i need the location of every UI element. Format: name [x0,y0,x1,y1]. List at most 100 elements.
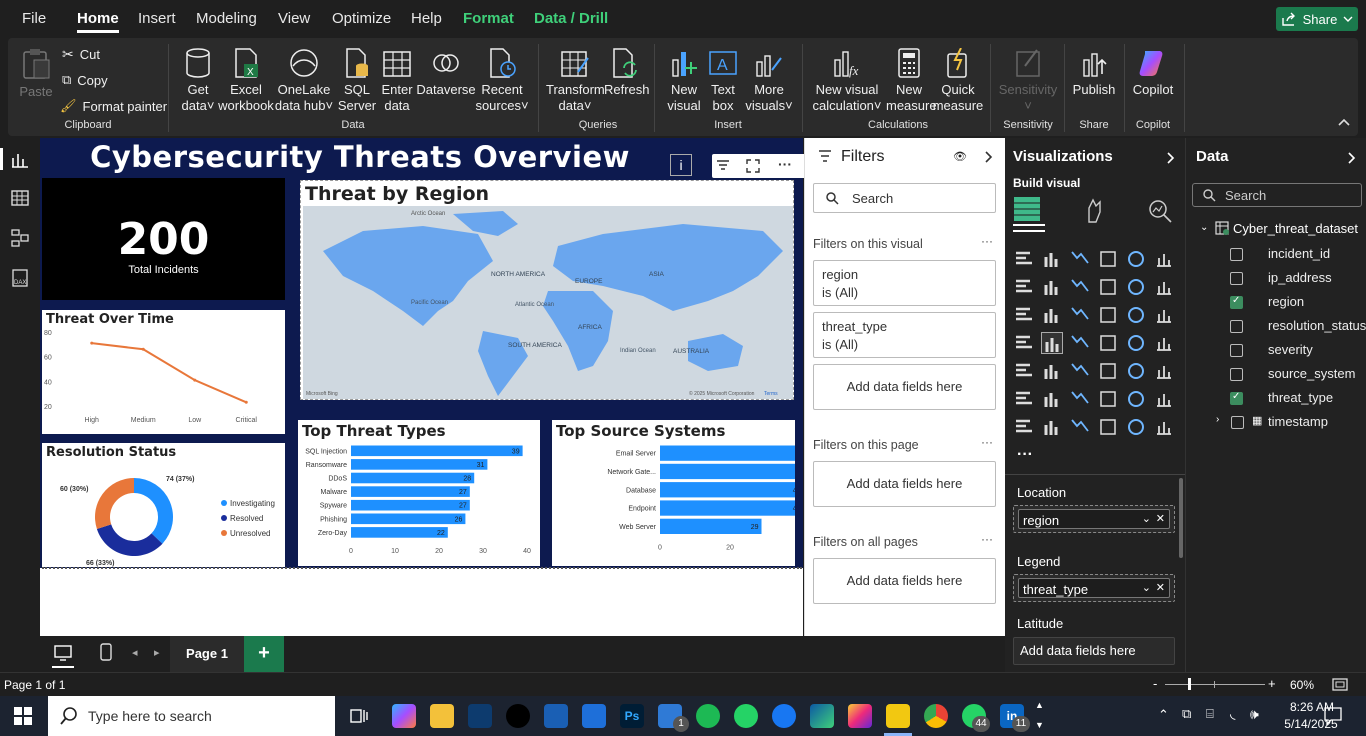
power-automate-icon[interactable] [1013,416,1035,438]
filter-card-region[interactable]: region is (All) [813,260,996,306]
chevron-down-icon[interactable]: ⌄ [1200,222,1208,233]
100-column-icon[interactable] [1153,248,1175,270]
source-systems-visual[interactable]: Top Source Systems Email Server46Network… [552,420,795,566]
file-explorer-icon[interactable] [430,704,454,728]
scrollbar-thumb[interactable] [1179,478,1183,558]
arcgis-icon[interactable] [1069,416,1091,438]
donut-slice[interactable] [96,524,163,556]
key-influencers-icon[interactable] [1153,360,1175,382]
more-options-icon[interactable]: ··· [981,234,993,248]
bar[interactable] [660,445,795,461]
map-terms-link[interactable]: Terms [764,391,778,397]
field-checkbox[interactable]: ✓ [1230,295,1243,309]
r-visual-icon[interactable] [1097,360,1119,382]
treemap-icon[interactable] [1153,304,1175,326]
copilot-button[interactable]: Copilot [1128,48,1178,98]
stacked-bar-icon[interactable] [1013,248,1035,270]
more-visuals-button[interactable]: More visuals˅ [744,48,794,114]
bar[interactable] [660,482,795,498]
share-button[interactable]: Share [1276,7,1358,31]
chevron-right-icon[interactable] [985,151,993,163]
tiktok-icon[interactable] [506,704,530,728]
menu-file[interactable]: File [22,10,46,27]
more-options-icon[interactable]: ··· [778,156,792,172]
narrative-icon[interactable] [1069,388,1091,410]
chrome-icon[interactable] [924,704,948,728]
eye-icon[interactable]: 👁 [953,150,967,163]
clustered-bar-icon[interactable] [1069,248,1091,270]
location-field-well[interactable]: region ⌄ ✕ [1013,505,1175,533]
power-bi-icon[interactable] [886,704,910,728]
next-page-icon[interactable]: ▸ [154,646,160,659]
field-checkbox[interactable] [1230,320,1243,333]
field-checkbox[interactable]: ✓ [1230,391,1243,405]
line-chart[interactable]: 20 40 60 80 High Medium Low Critical [42,326,285,434]
notifications-icon[interactable] [1324,707,1342,725]
diamond-icon[interactable] [1153,416,1175,438]
network-icon[interactable]: ⌸ [1206,706,1214,722]
bar[interactable] [351,445,523,457]
taskbar-search-box[interactable]: Type here to search [48,696,335,736]
chevron-down-icon[interactable]: ⌄ [1142,581,1151,594]
location-field-chip[interactable]: region ⌄ ✕ [1018,509,1170,529]
more-options-icon[interactable]: ··· [981,532,993,546]
gauge-icon[interactable] [1097,332,1119,354]
publish-button[interactable]: Publish [1070,48,1118,98]
dataverse-button[interactable]: Dataverse [416,48,476,98]
bar[interactable] [351,499,470,511]
bar[interactable] [351,472,475,484]
latitude-field-well[interactable]: Add data fields here [1013,637,1175,665]
multi-row-card-icon[interactable] [1097,416,1119,438]
field-name[interactable]: incident_id [1268,246,1330,261]
format-painter-button[interactable]: 🖌 Format painter [60,98,167,114]
new-visual-calculation-button[interactable]: fx New visual calculation˅ [808,48,886,114]
threat-types-bar-chart[interactable]: SQL Injection 39 Ransomware 31 DDoS 28 Malware… [298,442,540,566]
focus-mode-icon[interactable] [746,159,760,173]
add-visual-filter-drop[interactable]: Add data fields here [813,364,996,410]
bar[interactable] [351,459,488,470]
table-view-icon[interactable] [10,188,30,208]
metrics-icon[interactable] [1041,416,1063,438]
card-icon[interactable] [1125,332,1147,354]
line-chart-visual[interactable]: Threat Over Time 20 40 60 80 High Medium Low Cr… [42,310,285,434]
ribbon-chart-icon[interactable] [1153,276,1175,298]
chevron-down-icon[interactable]: ⌄ [1142,512,1151,525]
line-series[interactable] [91,342,247,404]
zoom-slider-thumb[interactable] [1188,678,1191,690]
donut-slice[interactable] [95,478,134,530]
photoshop-icon[interactable]: Ps [620,704,644,728]
field-checkbox[interactable] [1231,416,1244,429]
fit-to-page-icon[interactable] [1332,678,1348,691]
instagram-icon[interactable] [848,704,872,728]
stacked-column-icon[interactable] [1041,248,1063,270]
line-point[interactable] [90,341,94,345]
field-name[interactable]: source_system [1268,366,1355,381]
100-bar-icon[interactable] [1125,248,1147,270]
field-name[interactable]: timestamp [1268,414,1328,429]
volume-icon[interactable]: 🕪 [1250,706,1259,723]
field-name[interactable]: region [1268,294,1304,309]
info-icon[interactable]: i [670,154,692,176]
slicer-icon[interactable] [1013,360,1035,382]
threat-types-visual[interactable]: Top Threat Types SQL Injection 39 Ransomwa… [298,420,540,566]
chevron-right-icon[interactable] [1167,152,1175,164]
legend-field-chip[interactable]: threat_type ⌄ ✕ [1018,578,1170,598]
snipping-tool-icon[interactable] [468,704,492,728]
line-point[interactable] [244,400,248,404]
field-checkbox[interactable] [1230,344,1243,357]
decomposition-tree-icon[interactable] [1013,388,1035,410]
world-map[interactable]: Arctic Ocean NORTH AMERICA EUROPE ASIA P… [303,206,793,399]
model-view-icon[interactable] [10,228,30,248]
power-apps-icon[interactable] [1153,388,1175,410]
whatsapp-icon[interactable] [734,704,758,728]
zoom-out-button[interactable]: - [1153,676,1157,691]
filter-icon[interactable] [716,159,730,173]
filled-map-icon[interactable] [1041,332,1063,354]
copilot-app-icon[interactable] [392,704,416,728]
transform-data-button[interactable]: Transform data˅ [546,48,605,114]
map-icon[interactable] [1013,332,1035,354]
stacked-area-icon[interactable] [1069,276,1091,298]
text-box-button[interactable]: A Text box [704,48,742,114]
field-name[interactable]: threat_type [1268,390,1333,405]
azure-map-icon[interactable] [1069,332,1091,354]
